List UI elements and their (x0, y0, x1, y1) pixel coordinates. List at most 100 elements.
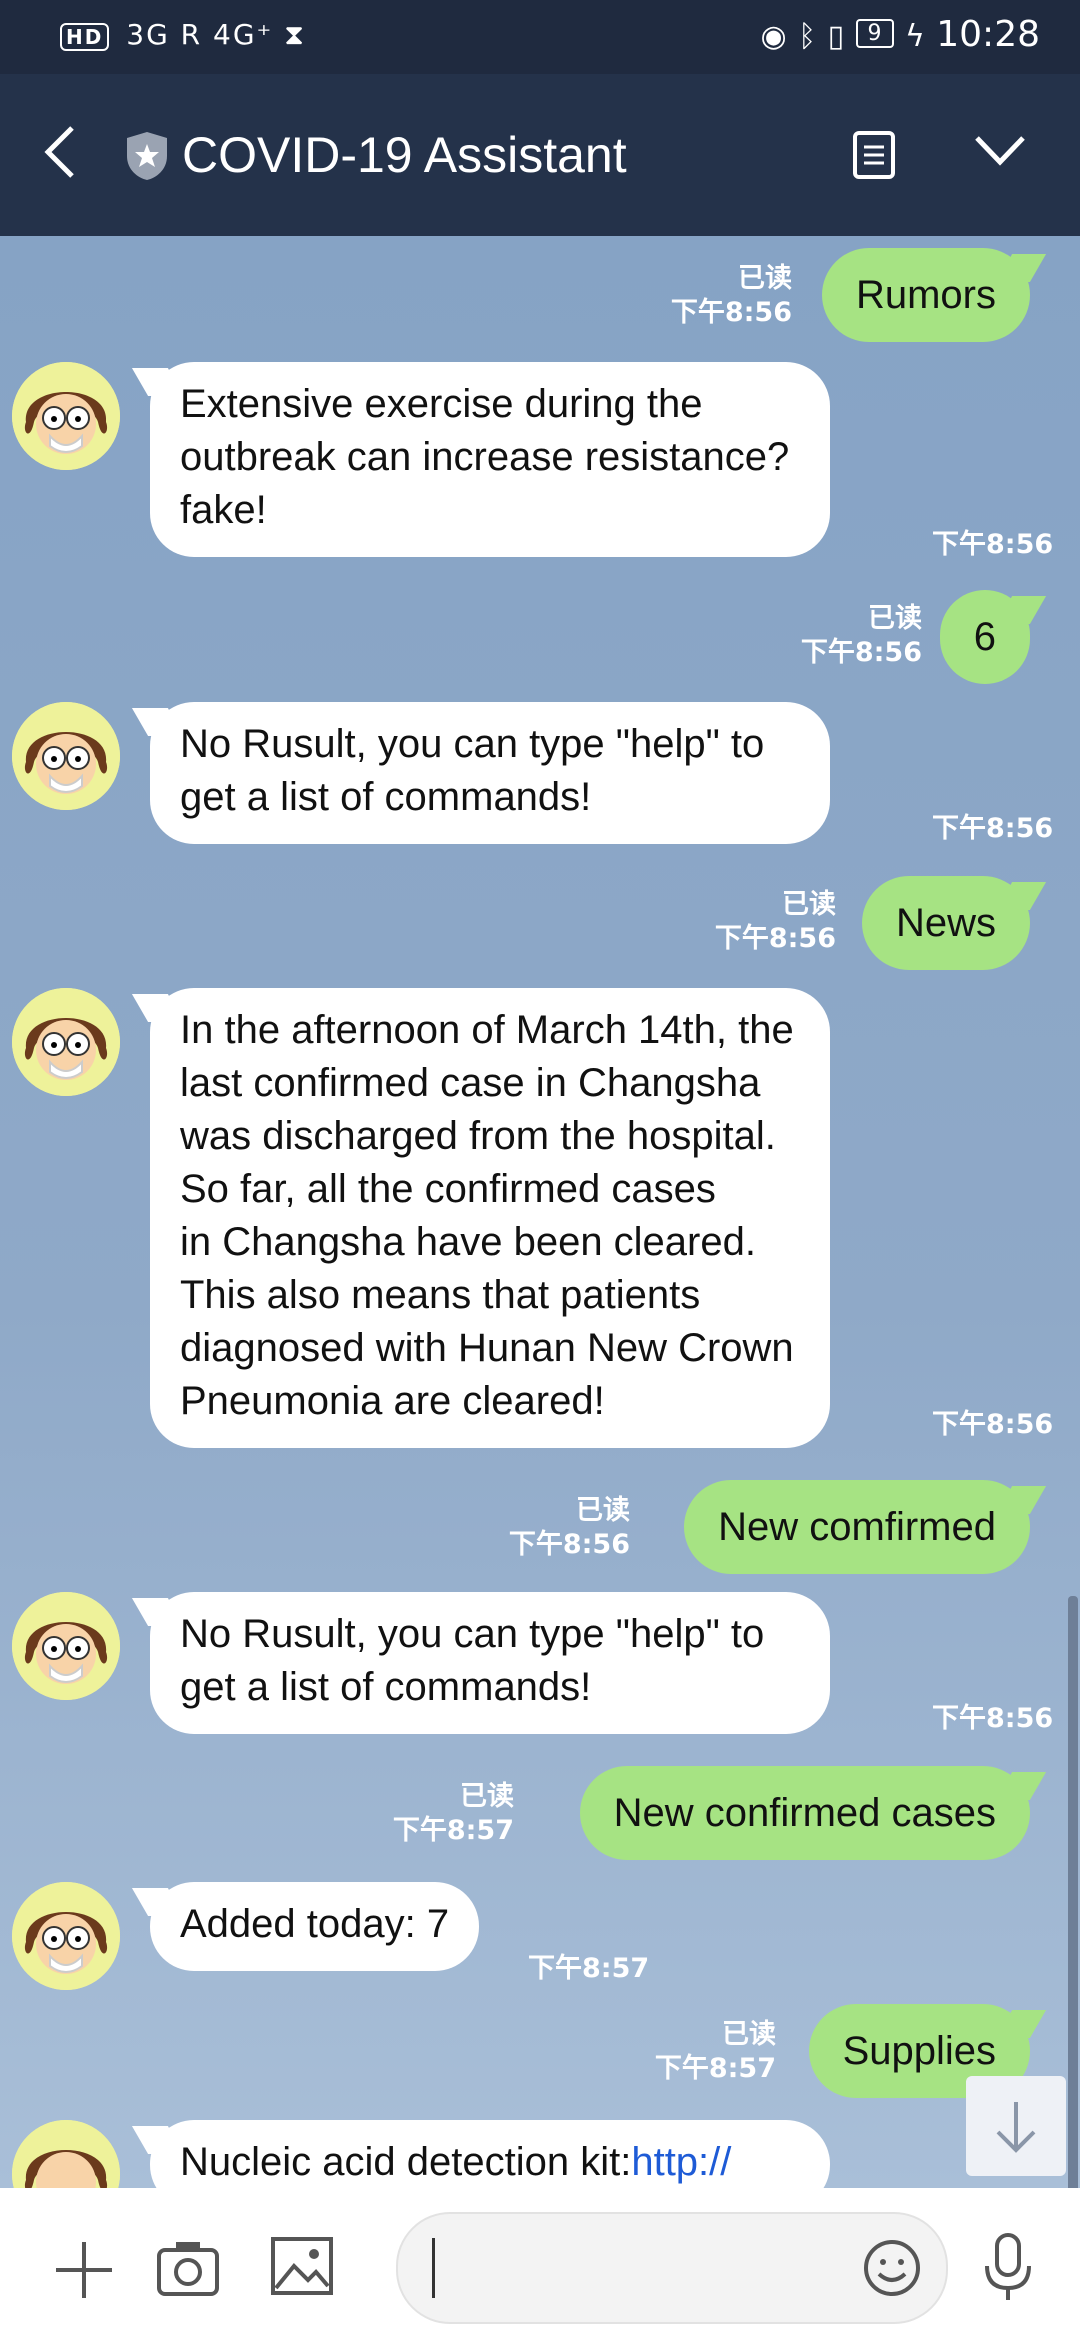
status-right: ◉ ᛒ ▯ 9 ϟ 10:28 (760, 14, 1040, 55)
message-input[interactable] (396, 2212, 948, 2324)
message-time: 下午8:56 (800, 637, 922, 668)
message-line: last confirmed case in Changsha (180, 1061, 761, 1105)
message-bubble-incoming[interactable]: No Rusult, you can type "help" to get a … (150, 702, 830, 844)
message-meta: 已读 下午8:57 (655, 2018, 776, 2086)
message-line: fake! (180, 488, 267, 532)
chevron-down-icon[interactable] (974, 134, 1026, 166)
message-row-outgoing: 已读 下午8:56 Rumors (0, 248, 1080, 348)
message-line: Added today: 7 (180, 1902, 450, 1946)
message-meta: 已读 下午8:57 (393, 1780, 514, 1848)
text-caret (432, 2238, 435, 2298)
arrow-down-icon (996, 2102, 1036, 2153)
message-bubble-incoming[interactable]: In the afternoon of March 14th, the last… (150, 988, 830, 1448)
eye-icon: ◉ (760, 19, 787, 54)
message-meta: 已读 下午8:56 (801, 602, 922, 670)
plus-icon[interactable] (52, 2238, 116, 2302)
avatar[interactable] (12, 362, 120, 470)
shield-star-icon (127, 132, 167, 180)
message-bubble-outgoing[interactable]: News (861, 876, 1030, 970)
message-row-incoming: Added today: 7 下午8:57 (0, 1882, 1080, 1992)
message-row-outgoing: 已读 下午8:56 New comfirmed (0, 1480, 1080, 1580)
message-time: 下午8:57 (528, 1953, 650, 1984)
message-bubble-incoming[interactable]: No Rusult, you can type "help" to get a … (150, 1592, 830, 1734)
message-row-outgoing: 已读 下午8:56 6 (0, 590, 1080, 690)
message-row-incoming: No Rusult, you can type "help" to get a … (0, 702, 1080, 862)
notes-icon[interactable] (852, 130, 896, 180)
signal-indicators: HD 3G R 4G⁺ ⧗ (60, 18, 306, 52)
message-meta: 已读 下午8:56 (715, 888, 836, 956)
read-receipt: 已读 (782, 889, 836, 920)
message-time: 下午8:56 (932, 1409, 1054, 1440)
avatar[interactable] (12, 702, 120, 810)
network-signal: 3G R 4G⁺ (126, 18, 274, 51)
chat-title: COVID-19 Assistant (182, 127, 627, 183)
message-line: get a list of commands! (180, 775, 592, 819)
avatar[interactable] (12, 2120, 120, 2188)
message-line: No Rusult, you can type "help" to (180, 1612, 765, 1656)
vibrate-icon: ▯ (827, 19, 845, 54)
avatar[interactable] (12, 988, 120, 1096)
message-row-incoming: Nucleic acid detection kit:http:// (0, 2120, 1080, 2188)
read-receipt: 已读 (738, 263, 792, 294)
message-time: 下午8:56 (932, 529, 1054, 560)
camera-icon[interactable] (156, 2238, 220, 2298)
message-line: was discharged from the hospital. (180, 1114, 776, 1158)
read-receipt: 已读 (576, 1495, 630, 1526)
status-bar: HD 3G R 4G⁺ ⧗ ◉ ᛒ ▯ 9 ϟ 10:28 (0, 0, 1080, 74)
message-bubble-incoming[interactable]: Nucleic acid detection kit:http:// (150, 2120, 830, 2188)
message-time: 下午8:56 (932, 813, 1054, 844)
message-link[interactable]: http:// (631, 2140, 731, 2184)
message-meta: 已读 下午8:56 (509, 1494, 630, 1562)
read-receipt: 已读 (460, 1781, 514, 1812)
message-time: 下午8:56 (932, 1703, 1054, 1734)
hd-badge: HD (60, 23, 110, 51)
clock: 10:28 (936, 14, 1040, 55)
message-meta: 已读 下午8:56 (671, 262, 792, 330)
bot-avatar-icon (12, 1592, 120, 1700)
microphone-icon[interactable] (982, 2232, 1034, 2304)
message-time: 下午8:57 (392, 1815, 514, 1846)
message-row-incoming: No Rusult, you can type "help" to get a … (0, 1592, 1080, 1752)
message-line: outbreak can increase resistance? (180, 435, 790, 479)
image-icon[interactable] (270, 2236, 334, 2296)
scroll-to-bottom-button[interactable] (966, 2076, 1066, 2176)
message-time: 下午8:57 (654, 2053, 776, 2084)
message-bubble-outgoing[interactable]: New comfirmed (684, 1480, 1030, 1574)
message-bubble-incoming[interactable]: Added today: 7 (150, 1882, 480, 1971)
message-list[interactable]: 已读 下午8:56 Rumors Extensive exercise duri… (0, 236, 1080, 2188)
hourglass-icon: ⧗ (284, 18, 306, 51)
message-line: Nucleic acid detection kit: (180, 2140, 632, 2184)
message-row-outgoing: 已读 下午8:56 News (0, 876, 1080, 976)
message-bubble-outgoing[interactable]: 6 (939, 590, 1030, 684)
message-row-outgoing: 已读 下午8:57 Supplies (0, 2004, 1080, 2104)
bot-avatar-icon (12, 2120, 120, 2188)
message-bubble-outgoing[interactable]: Rumors (821, 248, 1030, 342)
message-line: in Changsha have been cleared. (180, 1220, 756, 1264)
chat-header: COVID-19 Assistant (0, 74, 1080, 236)
message-row-incoming: In the afternoon of March 14th, the last… (0, 988, 1080, 1458)
message-time: 下午8:56 (714, 923, 836, 954)
message-line: get a list of commands! (180, 1665, 592, 1709)
scrollbar[interactable] (1068, 1596, 1078, 2188)
message-line: Pneumonia are cleared! (180, 1379, 605, 1423)
message-bubble-incoming[interactable]: Extensive exercise during the outbreak c… (150, 362, 830, 557)
avatar[interactable] (12, 1882, 120, 1990)
bot-avatar-icon (12, 362, 120, 470)
bluetooth-icon: ᛒ (798, 19, 817, 54)
chevron-left-icon[interactable] (40, 122, 80, 182)
battery-level: 9 (867, 21, 882, 46)
message-time: 下午8:56 (508, 1529, 630, 1560)
read-receipt: 已读 (722, 2019, 776, 2050)
message-bubble-outgoing[interactable]: New confirmed cases (579, 1766, 1030, 1860)
message-line: No Rusult, you can type "help" to (180, 722, 765, 766)
message-line: In the afternoon of March 14th, the (180, 1008, 794, 1052)
emoji-icon[interactable] (862, 2238, 922, 2298)
bot-avatar-icon (12, 702, 120, 810)
read-receipt: 已读 (868, 603, 922, 634)
message-line: This also means that patients (180, 1273, 701, 1317)
message-line: diagnosed with Hunan New Crown (180, 1326, 794, 1370)
battery-icon: 9 (855, 19, 894, 48)
message-time: 下午8:56 (670, 297, 792, 328)
message-line: So far, all the confirmed cases (180, 1167, 716, 1211)
avatar[interactable] (12, 1592, 120, 1700)
